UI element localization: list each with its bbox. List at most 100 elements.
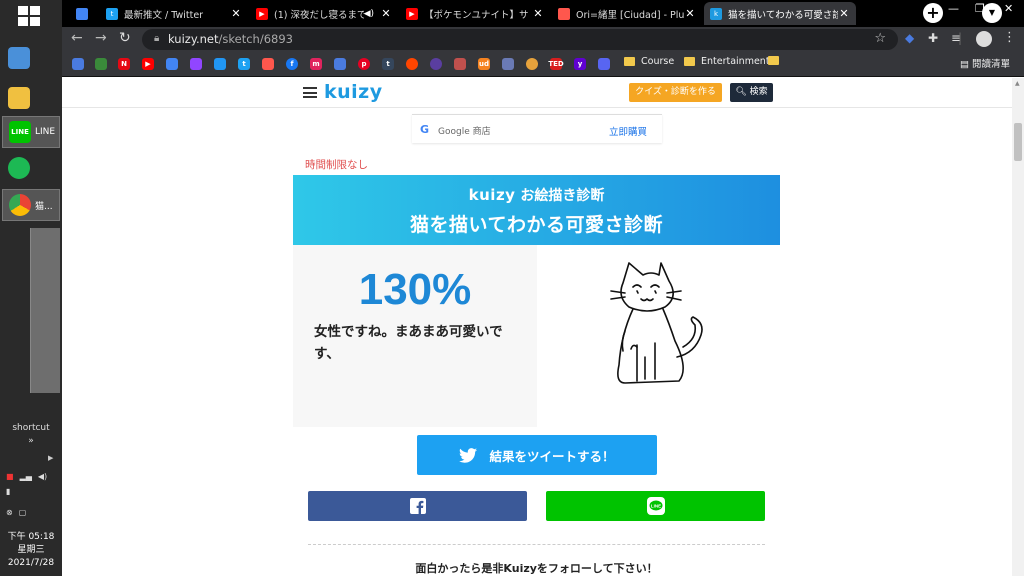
facebook-icon (409, 498, 426, 514)
page-scrollbar[interactable]: ▲ (1012, 78, 1024, 576)
scrollbar-thumb[interactable] (1014, 123, 1022, 161)
reload-icon[interactable]: ↻ (119, 30, 131, 46)
bookmark-icon[interactable] (454, 58, 466, 70)
taskbar-scroll-area[interactable] (30, 228, 60, 393)
taskbar-app-label: LINE (35, 127, 56, 137)
facebook-share-button[interactable] (308, 491, 527, 521)
network-icon[interactable]: ▂▄ (20, 472, 32, 481)
browser-tab[interactable]: ▶ 【ポケモンユナイト】サ ✕ (400, 2, 550, 25)
volume-icon[interactable]: ◀) (38, 472, 47, 481)
tab-title: 猫を描いてわかる可愛さ診断 (728, 9, 838, 21)
bookmark-icon[interactable] (598, 58, 610, 70)
create-quiz-button[interactable]: クイズ・診断を作る (629, 83, 722, 102)
translate-bookmark-icon[interactable] (334, 58, 346, 70)
browser-tab[interactable]: t 最新推文 / Twitter ✕ (100, 2, 248, 25)
scroll-up-icon[interactable]: ▲ (1015, 80, 1020, 87)
twitter-bookmark-icon[interactable]: t (238, 58, 250, 70)
spotify-icon (8, 157, 30, 179)
close-circle-icon[interactable]: ⊗ (6, 508, 13, 517)
bookmark-icon[interactable]: TED (548, 58, 564, 70)
battery-icon[interactable]: ▮ (6, 487, 10, 496)
tab-close-icon[interactable]: ✕ (838, 7, 850, 20)
reading-list-button[interactable]: ▤ 閱讀清單 (960, 56, 1010, 70)
url-text[interactable]: kuizy.net/sketch/6893 (168, 32, 293, 46)
clock-day: 星期三 (17, 545, 45, 555)
bookmark-star-icon[interactable]: ☆ (874, 31, 886, 46)
google-store-ad[interactable]: G Google 商店 立即購買 (412, 114, 662, 143)
reddit-bookmark-icon[interactable] (406, 58, 418, 70)
shortcut-label[interactable]: shortcut (0, 423, 62, 433)
bookmark-icon[interactable] (526, 58, 538, 70)
back-icon[interactable]: ← (71, 30, 83, 46)
bookmark-folder-course[interactable]: Course (624, 56, 674, 67)
browser-tab[interactable] (70, 2, 98, 25)
netflix-bookmark-icon[interactable]: N (118, 58, 130, 70)
window-close-icon[interactable]: ✕ (1004, 2, 1013, 15)
tab-close-icon[interactable]: ✕ (684, 7, 696, 20)
taskbar-app-control-panel[interactable] (2, 42, 60, 74)
bookmark-icon[interactable] (430, 58, 442, 70)
bookmark-icon[interactable] (95, 58, 107, 70)
line-share-button[interactable]: LINE (546, 491, 765, 521)
browser-tab[interactable]: Ori=緒里 [Ciudad] - Plurk ✕ (552, 2, 702, 25)
windows-start-icon[interactable] (18, 6, 40, 26)
search-button[interactable]: 🔍︎ 検索 (730, 83, 773, 102)
extensions-puzzle-icon[interactable]: ✚ (928, 31, 938, 45)
address-bar[interactable]: 🔒︎ kuizy.net/sketch/6893 ☆ (142, 29, 898, 50)
plurk-bookmark-icon[interactable] (262, 58, 274, 70)
forward-icon[interactable]: → (95, 30, 107, 46)
bookmark-folder[interactable] (768, 56, 785, 65)
system-clock[interactable]: 下午 05:18 星期三 2021/7/28 (0, 531, 62, 570)
yahoo-bookmark-icon[interactable]: y (574, 58, 586, 70)
chevron-double-down-icon[interactable]: » (0, 436, 62, 446)
url-path: /sketch/6893 (218, 32, 293, 46)
ad-buy-link[interactable]: 立即購買 (609, 124, 647, 138)
divider (308, 544, 765, 545)
new-tab-button[interactable]: + (923, 3, 943, 23)
taskbar-app-line[interactable]: LINE LINE (2, 116, 60, 148)
tweet-result-button[interactable]: 結果をツイートする！ (417, 435, 657, 475)
twitter-bird-icon (459, 447, 478, 463)
reading-list-label: 閱讀清單 (972, 59, 1011, 70)
bookmark-apps-icon[interactable] (72, 58, 84, 70)
bookmark-folder-entertainment[interactable]: Entertainment (684, 56, 770, 67)
bookmark-icon[interactable] (214, 58, 226, 70)
tab-search-button[interactable]: ▼ (982, 3, 1002, 23)
browser-tab-active[interactable]: k 猫を描いてわかる可愛さ診断 ✕ (704, 2, 856, 25)
calendar-bookmark-icon[interactable] (166, 58, 178, 70)
twitch-bookmark-icon[interactable] (190, 58, 202, 70)
site-logo[interactable]: kuizy (324, 81, 383, 103)
notification-icon[interactable]: ▢ (19, 508, 27, 517)
tab-close-icon[interactable]: ✕ (532, 7, 544, 20)
facebook-bookmark-icon[interactable]: f (286, 58, 298, 70)
tab-close-icon[interactable]: ✕ (230, 7, 242, 20)
extension-shield-icon[interactable]: ◆ (905, 31, 914, 45)
minimize-icon[interactable]: — (948, 2, 959, 15)
file-explorer-icon (8, 87, 30, 109)
profile-avatar[interactable] (976, 31, 992, 47)
bookmark-icon[interactable]: m (310, 58, 322, 70)
lock-icon[interactable]: 🔒︎ (154, 33, 159, 44)
taskbar-app-file-explorer[interactable] (2, 82, 60, 114)
bookmark-icon[interactable] (502, 58, 514, 70)
hamburger-menu-icon[interactable] (303, 87, 317, 98)
taskbar-app-chrome[interactable]: 猫... (2, 189, 60, 221)
taskbar: LINE LINE 猫... shortcut » ▶ ■ ▂▄ ◀) ▮ ⊗ … (0, 0, 62, 576)
antivirus-icon[interactable]: ■ (6, 472, 14, 481)
youtube-favicon-icon: ▶ (406, 7, 418, 20)
tab-close-icon[interactable]: ✕ (380, 7, 392, 20)
pinterest-bookmark-icon[interactable]: p (358, 58, 370, 70)
tumblr-bookmark-icon[interactable]: t (382, 58, 394, 70)
taskbar-app-spotify[interactable] (2, 152, 60, 184)
folder-icon (684, 57, 695, 66)
tweet-button-label: 結果をツイートする！ (489, 448, 615, 464)
browser-menu-icon[interactable]: ⋮ (1003, 30, 1016, 45)
restore-icon[interactable]: ❐ (975, 2, 985, 15)
bookmark-icon[interactable]: ud (478, 58, 490, 70)
tray-expand-icon[interactable]: ▶ (48, 454, 53, 462)
youtube-bookmark-icon[interactable]: ▶ (142, 58, 154, 70)
cat-drawing-icon (610, 262, 703, 384)
line-icon: LINE (646, 497, 665, 515)
browser-tab[interactable]: ▶ (1) 深夜だし寝るまで ◀) ✕ (250, 2, 398, 25)
audio-playing-icon[interactable]: ◀) (364, 9, 374, 19)
